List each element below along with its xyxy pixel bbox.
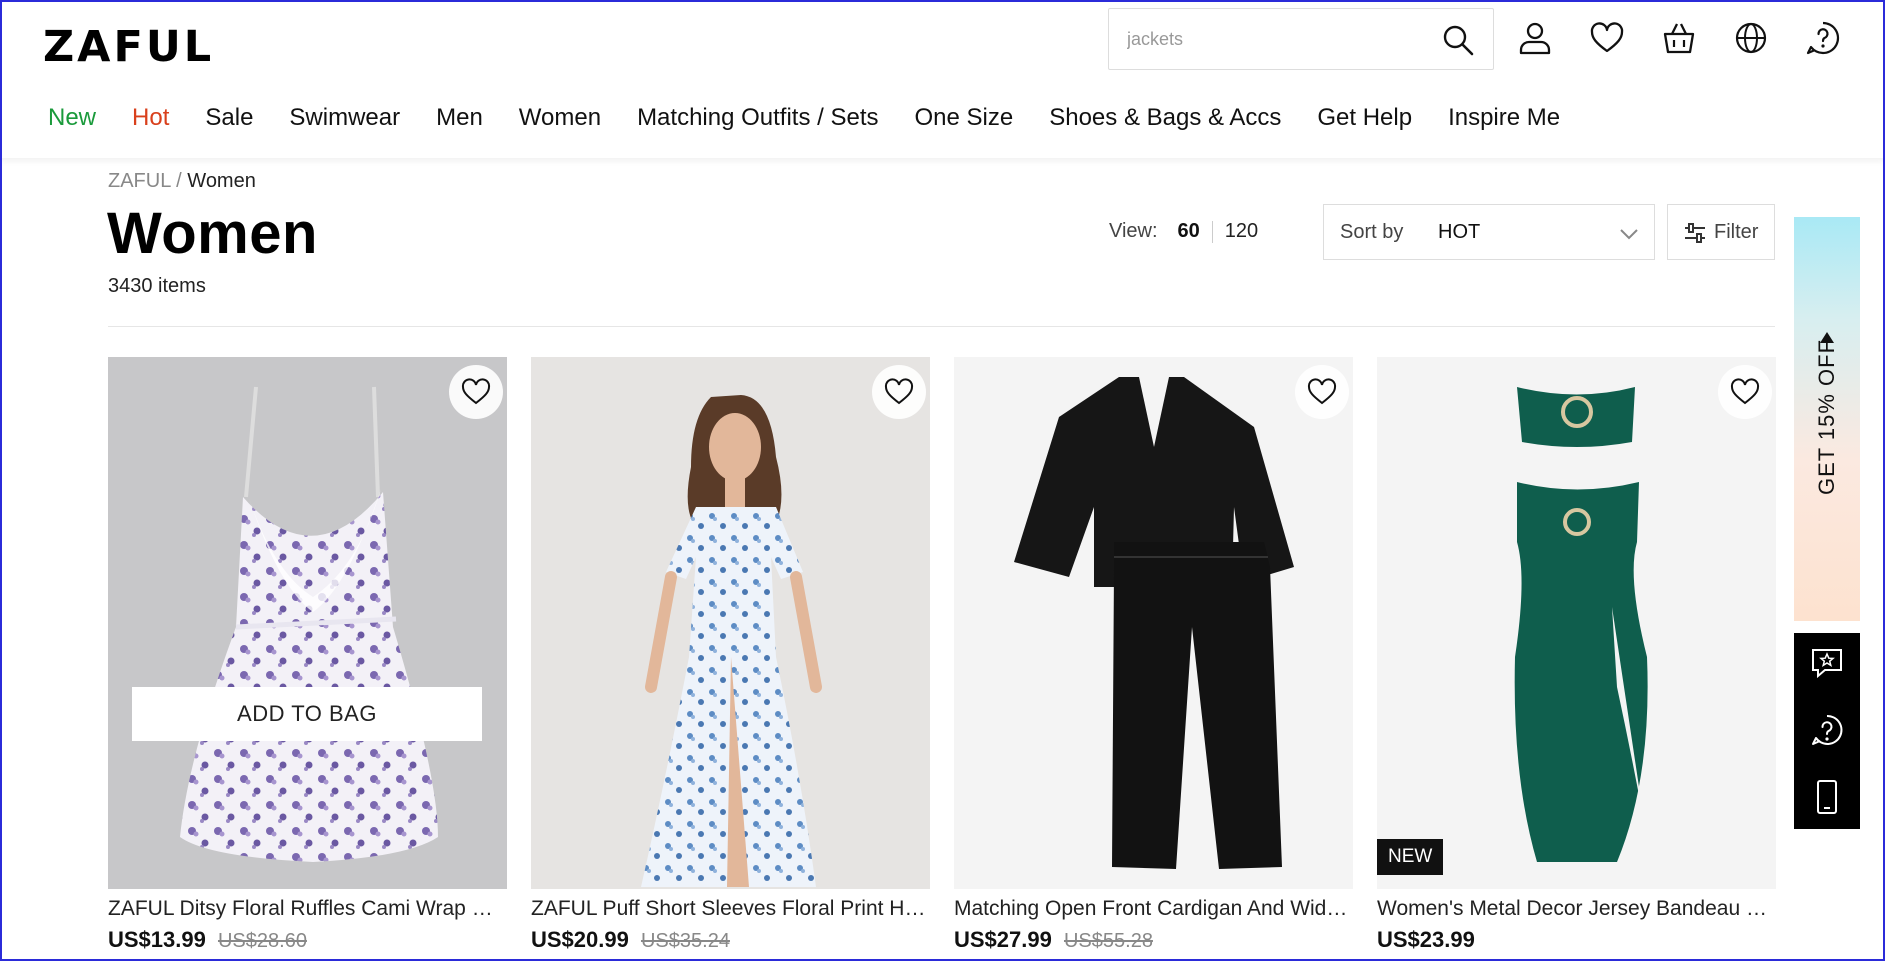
product-price: US$27.99 — [954, 927, 1052, 952]
nav-item-shoes-bags-accs[interactable]: Shoes & Bags & Accs — [1049, 104, 1281, 132]
main-nav: New Hot Sale Swimwear Men Women Matching Outfi… — [48, 104, 1596, 132]
nav-item-men[interactable]: Men — [436, 104, 483, 132]
product-price: US$20.99 — [531, 927, 629, 952]
filter-label: Filter — [1714, 221, 1759, 243]
product-card[interactable]: NEW Women's Metal Decor Jersey Bandeau C… — [1377, 357, 1776, 953]
product-prices: US$20.99 US$35.24 — [531, 927, 930, 953]
view-label: View: — [1109, 220, 1158, 242]
help-icon[interactable] — [1809, 713, 1845, 749]
product-image-bandeau-skirt-set[interactable]: NEW — [1377, 357, 1776, 889]
wishlist-heart-icon[interactable] — [1295, 365, 1349, 419]
product-image-puff-sleeve-dress[interactable] — [531, 357, 930, 889]
view-selector: View: 60 120 — [1109, 220, 1270, 243]
view-option-60[interactable]: 60 — [1166, 220, 1212, 243]
product-card[interactable]: ZAFUL Puff Short Sleeves Floral Print Hi… — [531, 357, 930, 953]
sort-label: Sort by — [1340, 221, 1404, 243]
nav-item-matching-outfits-sets[interactable]: Matching Outfits / Sets — [637, 104, 878, 132]
item-count: 3430 items — [108, 275, 206, 297]
product-card[interactable]: ADD TO BAG ZAFUL Ditsy Floral Ruffles Ca… — [108, 357, 507, 953]
product-image-cardigan-set[interactable] — [954, 357, 1353, 889]
nav-item-get-help[interactable]: Get Help — [1317, 104, 1412, 132]
product-card[interactable]: Matching Open Front Cardigan And Wide...… — [954, 357, 1353, 953]
product-price: US$13.99 — [108, 927, 206, 952]
divider — [108, 326, 1775, 327]
product-original-price: US$35.24 — [640, 930, 730, 952]
new-badge: NEW — [1377, 839, 1444, 875]
product-price: US$23.99 — [1377, 927, 1475, 952]
nav-item-inspire-me[interactable]: Inspire Me — [1448, 104, 1560, 132]
filter-button[interactable]: Filter — [1667, 204, 1775, 260]
sort-dropdown[interactable]: Sort by HOT — [1323, 204, 1655, 260]
globe-icon[interactable] — [1732, 19, 1770, 57]
nav-item-women[interactable]: Women — [519, 104, 601, 132]
promo-tab[interactable]: GET 15% OFF — [1794, 217, 1860, 621]
site-header: ZAFUL New Hot Sale Swimwear Men Women Matching… — [0, 0, 1885, 158]
add-to-bag-button[interactable]: ADD TO BAG — [132, 687, 482, 741]
page-title: Women — [107, 201, 318, 266]
view-option-120[interactable]: 120 — [1213, 220, 1270, 243]
heart-icon[interactable] — [1588, 19, 1626, 57]
promo-text: GET 15% OFF — [1814, 338, 1839, 496]
search-box — [1108, 8, 1494, 70]
chevron-down-icon — [1618, 223, 1640, 245]
product-image-floral-mini-dress[interactable]: ADD TO BAG — [108, 357, 507, 889]
product-prices: US$13.99 US$28.60 — [108, 927, 507, 953]
product-name[interactable]: ZAFUL Puff Short Sleeves Floral Print Hi… — [531, 897, 930, 921]
breadcrumb-separator: / — [176, 170, 182, 192]
product-name[interactable]: Matching Open Front Cardigan And Wide... — [954, 897, 1353, 921]
logo[interactable]: ZAFUL — [43, 22, 214, 72]
user-icon[interactable] — [1516, 19, 1554, 57]
mobile-icon[interactable] — [1809, 779, 1845, 815]
nav-item-sale[interactable]: Sale — [205, 104, 253, 132]
filter-icon — [1684, 222, 1706, 244]
product-original-price: US$28.60 — [217, 930, 307, 952]
wishlist-heart-icon[interactable] — [1718, 365, 1772, 419]
sort-value: HOT — [1438, 221, 1481, 243]
nav-item-one-size[interactable]: One Size — [915, 104, 1014, 132]
search-icon[interactable] — [1441, 23, 1475, 57]
product-prices: US$23.99 — [1377, 927, 1776, 953]
product-prices: US$27.99 US$55.28 — [954, 927, 1353, 953]
side-rail — [1794, 633, 1860, 829]
review-star-icon[interactable] — [1809, 645, 1845, 681]
breadcrumb-current: Women — [187, 170, 256, 192]
breadcrumb: ZAFUL / Women — [108, 170, 256, 193]
wishlist-heart-icon[interactable] — [872, 365, 926, 419]
product-name[interactable]: ZAFUL Ditsy Floral Ruffles Cami Wrap Min… — [108, 897, 507, 921]
breadcrumb-root[interactable]: ZAFUL — [108, 170, 171, 192]
product-name[interactable]: Women's Metal Decor Jersey Bandeau Cr... — [1377, 897, 1776, 921]
help-icon[interactable] — [1804, 19, 1842, 57]
nav-item-swimwear[interactable]: Swimwear — [289, 104, 400, 132]
nav-item-hot[interactable]: Hot — [132, 104, 169, 132]
nav-item-new[interactable]: New — [48, 104, 96, 132]
bag-icon[interactable] — [1660, 19, 1698, 57]
product-original-price: US$55.28 — [1063, 930, 1153, 952]
wishlist-heart-icon[interactable] — [449, 365, 503, 419]
search-input[interactable] — [1127, 9, 1427, 69]
